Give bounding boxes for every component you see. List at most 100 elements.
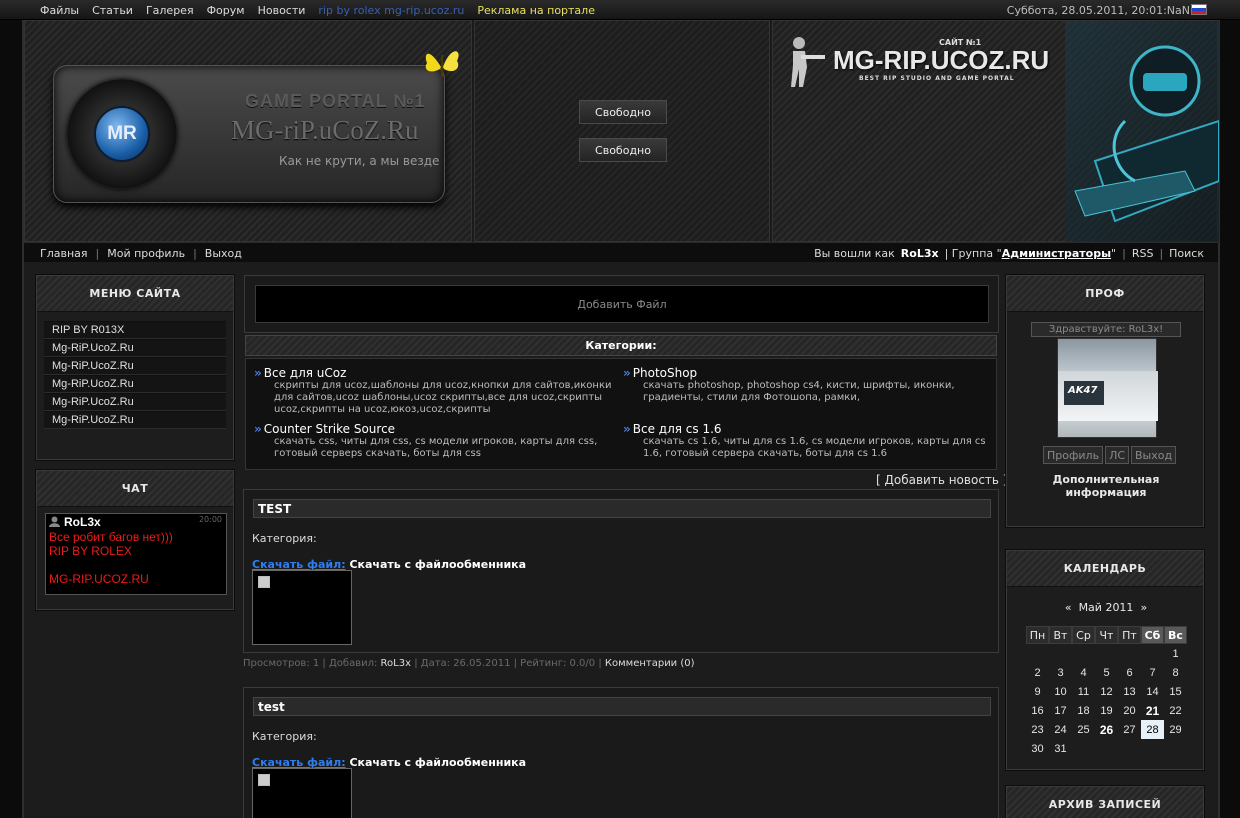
header-center-panel: Свободно Свободно [474,20,770,242]
calendar-day[interactable]: 13 [1118,682,1141,701]
calendar-day[interactable]: 14 [1141,682,1164,701]
next-month-button[interactable]: » [1140,601,1147,614]
add-file-button[interactable]: Добавить Файл [255,285,989,323]
calendar-day[interactable]: 10 [1049,682,1072,701]
rip-link[interactable]: rip by rolex mg-rip.ucoz.ru [318,4,464,17]
butterfly-icon [425,51,459,77]
chat-title: ЧАТ [37,471,233,507]
chat-messages: RoL3x 20:00 Все робит багов нет))) RIP B… [45,513,227,595]
calendar-day[interactable]: 1 [1164,644,1187,663]
weekday-header: Пн [1026,626,1049,644]
category-item: Counter Strike Source скачать css, читы … [254,422,618,460]
free-slot-button-1[interactable]: Свободно [579,100,667,124]
portal-slogan: Как не крути, а мы везде [279,154,440,168]
extra-info-link[interactable]: Дополнительная информация [1037,473,1175,499]
category-link[interactable]: PhotoShop [623,366,987,380]
chat-user[interactable]: RoL3x [64,515,101,529]
logout-link[interactable]: Выход [205,247,242,260]
avatar-text: AK47 [1068,385,1098,396]
messages-button[interactable]: ЛС [1105,446,1130,464]
group-link[interactable]: Администраторы [1002,247,1111,260]
post-image[interactable] [252,570,352,645]
calendar-day[interactable]: 3 [1049,663,1072,682]
nav-articles[interactable]: Статьи [92,4,133,17]
nav-gallery[interactable]: Галерея [146,4,194,17]
calendar-day[interactable]: 31 [1049,739,1072,758]
calendar-day[interactable]: 7 [1141,663,1164,682]
search-link[interactable]: Поиск [1169,247,1204,260]
calendar-day[interactable]: 11 [1072,682,1095,701]
menu-item[interactable]: Mg-RiP.UcoZ.Ru [44,357,226,375]
weekday-header: Ср [1072,626,1095,644]
category-link[interactable]: Counter Strike Source [254,422,618,436]
calendar-day[interactable]: 15 [1164,682,1187,701]
site-menu-block: МЕНЮ САЙТА RIP BY R013X Mg-RiP.UcoZ.Ru M… [36,275,234,460]
calendar-day[interactable]: 22 [1164,701,1187,720]
calendar-day[interactable]: 16 [1026,701,1049,720]
user-icon [49,516,60,527]
category-link[interactable]: Все для uCoz [254,366,618,380]
calendar-day[interactable]: 26 [1095,720,1118,739]
menu-item[interactable]: RIP BY R013X [44,321,226,339]
profile-buttons: Профиль ЛС Выход [1043,446,1177,464]
archive-block: АРХИВ ЗАПИСЕЙ [1006,786,1204,818]
calendar-day[interactable]: 8 [1164,663,1187,682]
calendar-day[interactable]: 27 [1118,720,1141,739]
logo-mr: MR [94,106,150,162]
calendar-day[interactable]: 17 [1049,701,1072,720]
calendar-day[interactable]: 24 [1049,720,1072,739]
post-image[interactable] [252,768,352,818]
calendar-day[interactable]: 2 [1026,663,1049,682]
calendar-empty [1118,739,1141,758]
calendar-day[interactable]: 19 [1095,701,1118,720]
post-title[interactable]: test [253,697,991,716]
calendar-day[interactable]: 21 [1141,701,1164,720]
avatar[interactable]: AK47 [1057,338,1158,438]
free-slot-button-2[interactable]: Свободно [579,138,667,162]
russia-flag-icon[interactable] [1191,4,1207,15]
calendar-day[interactable]: 9 [1026,682,1049,701]
nav-forum[interactable]: Форум [207,4,245,17]
advert-link[interactable]: Реклама на портале [477,4,595,17]
calendar-day[interactable]: 12 [1095,682,1118,701]
home-link[interactable]: Главная [40,247,88,260]
my-profile-link[interactable]: Мой профиль [107,247,185,260]
menu-item[interactable]: Mg-RiP.UcoZ.Ru [44,375,226,393]
header: MR GAME PORTAL №1 MG-riP.uCoZ.Ru Как не … [24,20,1219,243]
calendar-day[interactable]: 5 [1095,663,1118,682]
rss-link[interactable]: RSS [1132,247,1154,260]
calendar-day[interactable]: 23 [1026,720,1049,739]
archive-title: АРХИВ ЗАПИСЕЙ [1007,787,1203,818]
calendar-day[interactable]: 4 [1072,663,1095,682]
calendar-day[interactable]: 20 [1118,701,1141,720]
calendar-day[interactable]: 18 [1072,701,1095,720]
group-label: | Группа "Администраторы" [944,247,1117,260]
calendar-block: КАЛЕНДАРЬ « Май 2011 » Пн Вт Ср Чт Пт Сб Вс 12… [1006,550,1204,770]
calendar-day[interactable]: 6 [1118,663,1141,682]
chat-time: 20:00 [198,515,222,524]
site-menu-title: МЕНЮ САЙТА [37,276,233,312]
prev-month-button[interactable]: « [1065,601,1072,614]
site-title: MG-RIP.UCOZ.RU [833,45,1050,75]
menu-item[interactable]: Mg-RiP.UcoZ.Ru [44,339,226,357]
calendar-day[interactable]: 30 [1026,739,1049,758]
menu-item[interactable]: Mg-RiP.UcoZ.Ru [44,411,226,429]
category-link[interactable]: Все для cs 1.6 [623,422,987,436]
download-file-text: Скачать с файлообменника [349,756,527,769]
calendar-day[interactable]: 25 [1072,720,1095,739]
post-title[interactable]: TEST [253,499,991,518]
calendar-empty [1026,644,1049,663]
nav-news[interactable]: Новости [258,4,306,17]
portal-name: MG-riP.uCoZ.Ru [231,115,419,145]
exit-button[interactable]: Выход [1131,446,1177,464]
nav-files[interactable]: Файлы [40,4,79,17]
logged-as-label: Вы вошли как [814,247,895,260]
add-news-link[interactable]: [ Добавить новость ] [876,473,1007,487]
calendar-day[interactable]: 29 [1164,720,1187,739]
comments-link[interactable]: Комментарии (0) [605,658,695,669]
username[interactable]: RoL3x [901,247,939,260]
menu-item[interactable]: Mg-RiP.UcoZ.Ru [44,393,226,411]
calendar-day[interactable]: 28 [1141,720,1164,739]
post-author[interactable]: RoL3x [381,658,411,669]
profile-button[interactable]: Профиль [1043,446,1104,464]
